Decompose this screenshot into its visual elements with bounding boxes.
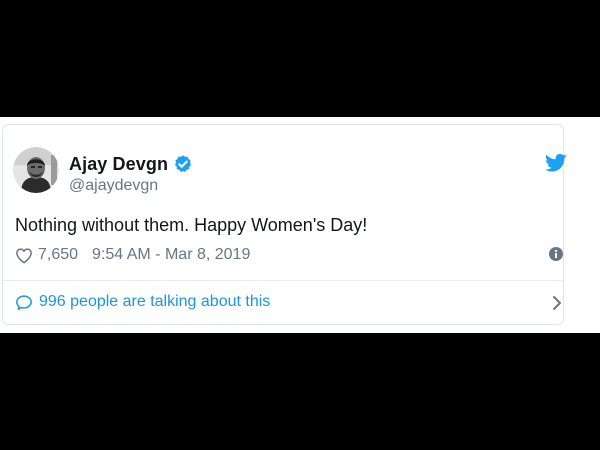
author-handle[interactable]: @ajaydevgn [69, 177, 158, 195]
author-name[interactable]: Ajay Devgn [69, 154, 168, 175]
like-count[interactable]: 7,650 [38, 246, 78, 264]
tweet-meta-row: 7,650 9:54 AM - Mar 8, 2019 [15, 244, 250, 266]
speech-bubble-icon [16, 294, 32, 310]
heart-icon[interactable] [15, 247, 33, 264]
tweet-timestamp[interactable]: 9:54 AM - Mar 8, 2019 [92, 246, 250, 264]
tweet-text: Nothing without them. Happy Women's Day! [15, 215, 368, 235]
info-icon[interactable] [549, 247, 563, 261]
conversation-link[interactable]: 996 people are talking about this [15, 291, 270, 313]
avatar-photo [13, 147, 59, 193]
avatar[interactable] [13, 147, 59, 193]
tweet-card[interactable]: Ajay Devgn @ajaydevgn Nothing without th… [2, 124, 567, 325]
twitter-bird-icon[interactable] [545, 153, 567, 173]
conversation-count-text[interactable]: 996 people are talking about this [39, 293, 270, 311]
divider [3, 280, 563, 281]
verified-badge-icon [174, 155, 192, 172]
chevron-right-icon[interactable] [552, 295, 562, 311]
author-name-row[interactable]: Ajay Devgn [69, 153, 193, 175]
screenshot-frame: Ajay Devgn @ajaydevgn Nothing without th… [0, 0, 600, 450]
